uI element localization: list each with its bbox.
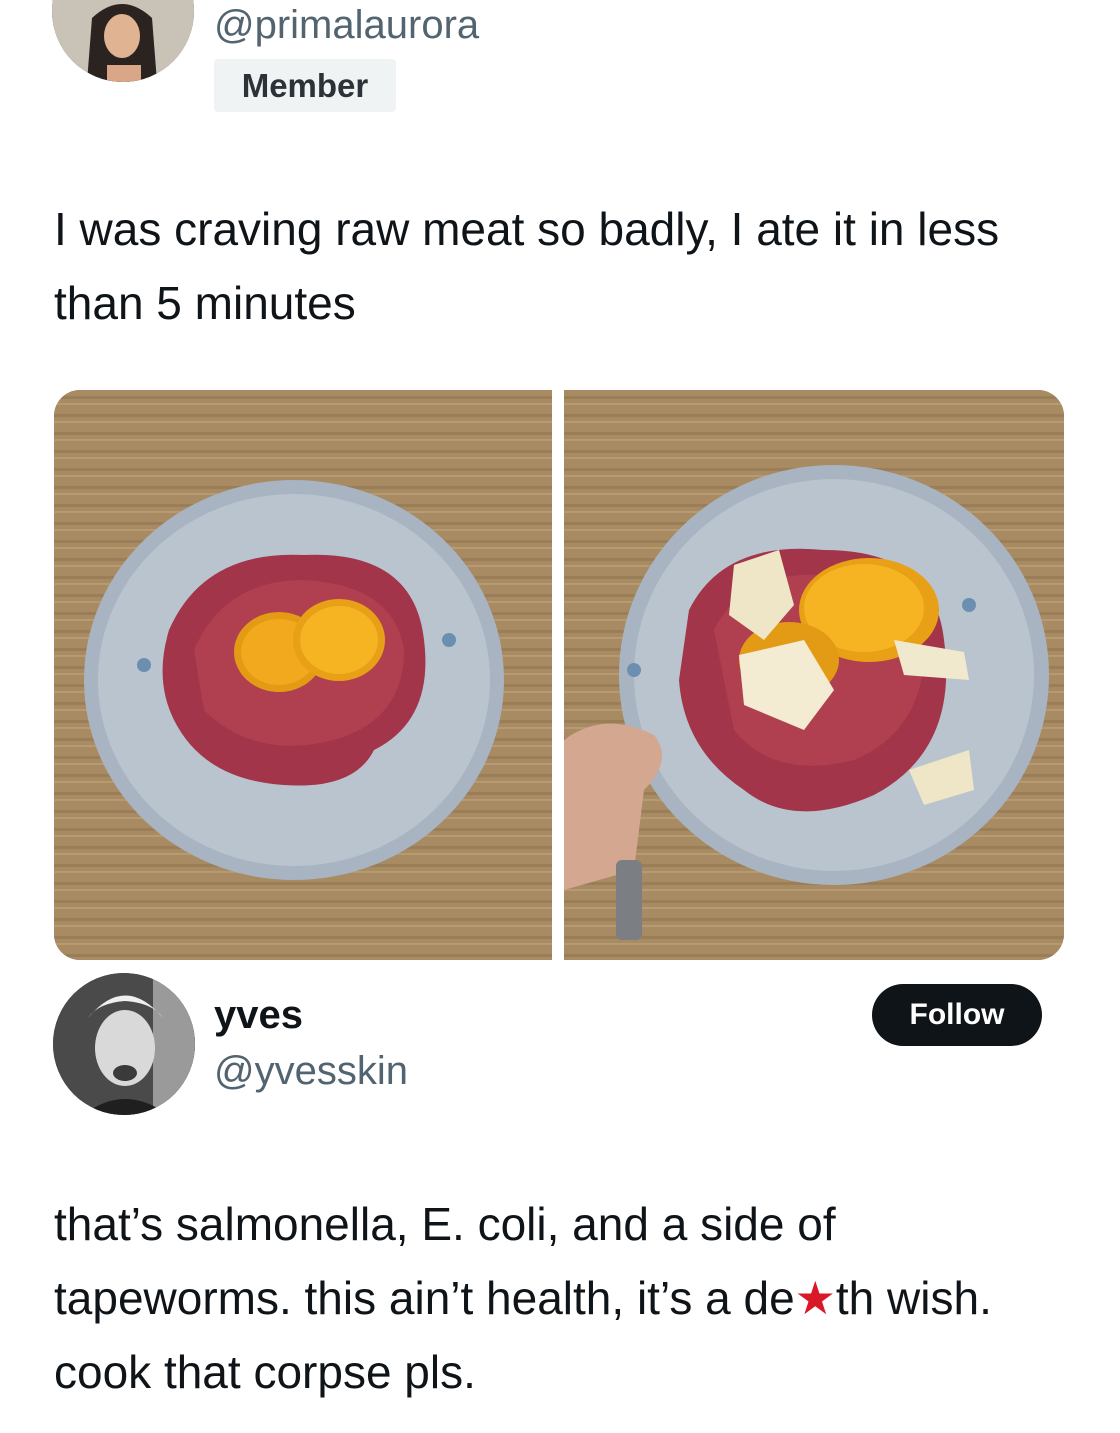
author-avatar[interactable] [52,0,194,82]
post-text: I was craving raw meat so badly, I ate i… [54,203,1000,329]
avatar-photo [53,973,195,1115]
follow-button[interactable]: Follow [872,984,1042,1046]
reply-avatar[interactable] [53,973,195,1115]
post-image-2[interactable] [564,390,1064,960]
author-handle[interactable]: @primalaurora [214,2,479,48]
post-image-1[interactable] [54,390,552,960]
star-icon: ★ [794,1272,836,1324]
member-badge: Member [214,59,396,112]
raw-meat-plate-image [54,390,552,960]
avatar-photo [52,0,194,82]
reply-text-part-1: that’s salmonella, E. coli, and a side o… [54,1198,836,1324]
reply-text: that’s salmonella, E. coli, and a side o… [54,1187,1064,1409]
reply-author-handle[interactable]: @yvesskin [214,1048,408,1094]
raw-meat-butter-image [564,390,1064,960]
reply-author-name[interactable]: yves [214,992,303,1038]
